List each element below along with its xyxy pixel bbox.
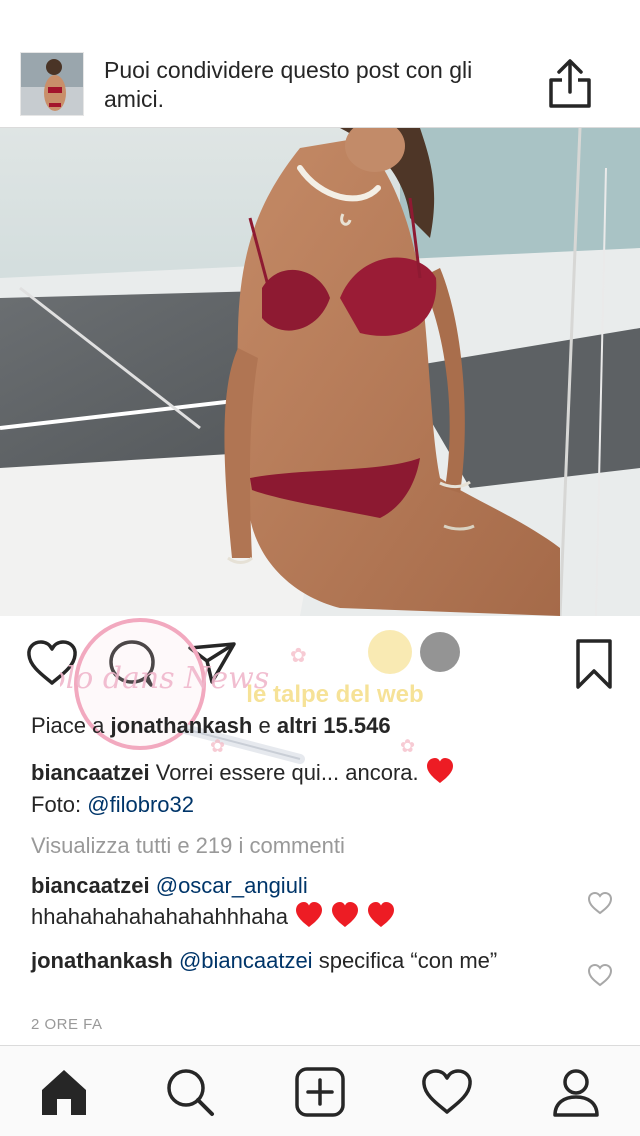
comment-username[interactable]: jonathankash [31, 948, 173, 973]
home-icon[interactable] [38, 1066, 90, 1118]
share-icon[interactable] [545, 58, 595, 110]
share-message: Puoi condividere questo post con gli ami… [104, 57, 473, 112]
add-post-icon[interactable] [294, 1066, 346, 1118]
view-all-comments-link[interactable]: Visualizza tutti e 219 i commenti [31, 832, 345, 860]
red-heart-emoji-icon [332, 902, 359, 927]
photo-credit-mention[interactable]: @filobro32 [87, 792, 194, 817]
comment-username[interactable]: biancaatzei [31, 873, 150, 898]
comment-mention[interactable]: @oscar_angiuli [156, 873, 308, 898]
post-caption: biancaatzei Vorrei essere qui... ancora.… [31, 757, 591, 821]
thumbnail-image [21, 53, 83, 115]
likes-connector: e [258, 713, 271, 738]
bookmark-icon[interactable] [570, 638, 618, 690]
comment-mention[interactable]: @biancaatzei [179, 948, 313, 973]
red-heart-emoji-icon [368, 902, 395, 927]
comment-item: biancaatzei @oscar_angiuli hhahahahahaha… [31, 871, 551, 932]
caption-username[interactable]: biancaatzei [31, 760, 150, 785]
profile-icon[interactable] [550, 1066, 602, 1118]
send-icon[interactable] [186, 640, 238, 686]
comment-like-heart-icon[interactable] [587, 963, 613, 987]
caption-text: Vorrei essere qui... ancora. [155, 760, 419, 785]
post-timestamp: 2 ORE FA [31, 1016, 103, 1033]
comment-text: hhahahahahahahahhhaha [31, 904, 288, 929]
heart-icon[interactable] [26, 640, 78, 686]
bottom-tab-bar [0, 1045, 640, 1136]
likes-count[interactable]: altri 15.546 [277, 713, 391, 738]
likes-prefix: Piace a [31, 713, 105, 738]
comment-icon[interactable] [106, 638, 158, 688]
liked-by-username[interactable]: jonathankash [111, 713, 253, 738]
post-thumbnail [20, 52, 84, 116]
post-image[interactable] [0, 128, 640, 616]
search-icon[interactable] [164, 1066, 216, 1118]
activity-heart-icon[interactable] [421, 1066, 473, 1118]
comment-item: jonathankash @biancaatzei specifica “con… [31, 946, 551, 976]
comment-text: specifica “con me” [318, 948, 498, 973]
post-action-bar [0, 616, 640, 712]
svg-text:✿: ✿ [400, 736, 415, 756]
photo-illustration [0, 128, 640, 616]
likes-summary[interactable]: Piace a jonathankash e altri 15.546 [31, 712, 391, 740]
share-banner: Puoi condividere questo post con gli ami… [0, 0, 640, 128]
red-heart-emoji-icon [426, 758, 453, 783]
comment-like-heart-icon[interactable] [587, 891, 613, 915]
red-heart-emoji-icon [296, 902, 323, 927]
photo-credit-label: Foto: [31, 792, 82, 817]
